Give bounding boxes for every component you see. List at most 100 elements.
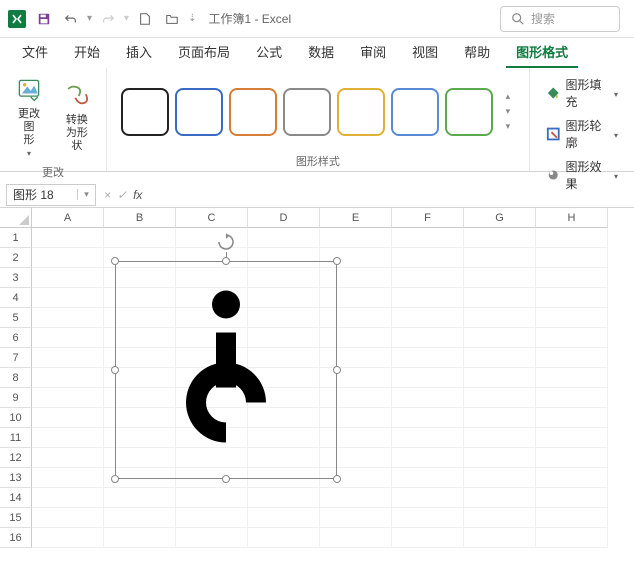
name-box[interactable]: 图形 18 ▾ <box>6 184 96 206</box>
cell[interactable] <box>176 488 248 508</box>
cell[interactable] <box>32 528 104 548</box>
cell[interactable] <box>392 488 464 508</box>
cancel-icon[interactable]: × <box>104 188 111 202</box>
cell[interactable] <box>32 308 104 328</box>
cell[interactable] <box>176 528 248 548</box>
change-shape-button[interactable]: 更改图 形 ▾ <box>8 72 50 162</box>
cell[interactable] <box>464 508 536 528</box>
cell[interactable] <box>536 408 608 428</box>
cell[interactable] <box>392 248 464 268</box>
cell[interactable] <box>32 428 104 448</box>
column-header[interactable]: G <box>464 208 536 228</box>
style-swatch-4[interactable] <box>283 88 331 136</box>
cell[interactable] <box>320 228 392 248</box>
cell[interactable] <box>464 248 536 268</box>
column-header[interactable]: A <box>32 208 104 228</box>
cell[interactable] <box>464 408 536 428</box>
cell[interactable] <box>464 428 536 448</box>
shape-effects-button[interactable]: 图形效果 ▾ <box>542 156 622 194</box>
convert-to-shape-button[interactable]: 转换 为形状 <box>56 78 98 157</box>
cell[interactable] <box>104 508 176 528</box>
cell[interactable] <box>536 388 608 408</box>
cell[interactable] <box>32 468 104 488</box>
cell[interactable] <box>32 228 104 248</box>
tab-shape-format[interactable]: 图形格式 <box>506 37 578 68</box>
question-mark-shape[interactable] <box>176 288 276 453</box>
style-swatch-5[interactable] <box>337 88 385 136</box>
cell[interactable] <box>32 388 104 408</box>
cell[interactable] <box>32 288 104 308</box>
cell[interactable] <box>536 488 608 508</box>
tab-home[interactable]: 开始 <box>64 37 110 68</box>
cell[interactable] <box>320 528 392 548</box>
confirm-icon[interactable]: ✓ <box>117 188 127 202</box>
undo-button[interactable] <box>60 8 82 30</box>
cell[interactable] <box>392 468 464 488</box>
cell[interactable] <box>464 368 536 388</box>
gallery-up[interactable]: ▴ <box>501 91 515 103</box>
select-all-corner[interactable] <box>0 208 32 228</box>
redo-button[interactable] <box>97 8 119 30</box>
row-header[interactable]: 15 <box>0 508 32 528</box>
cell[interactable] <box>536 348 608 368</box>
name-box-dropdown[interactable]: ▾ <box>77 189 95 200</box>
column-header[interactable]: C <box>176 208 248 228</box>
column-header[interactable]: B <box>104 208 176 228</box>
tab-insert[interactable]: 插入 <box>116 37 162 68</box>
cell[interactable] <box>536 328 608 348</box>
cell[interactable] <box>536 468 608 488</box>
column-header[interactable]: E <box>320 208 392 228</box>
cell[interactable] <box>464 528 536 548</box>
cell[interactable] <box>176 508 248 528</box>
cell[interactable] <box>464 348 536 368</box>
cell[interactable] <box>536 428 608 448</box>
cell[interactable] <box>32 448 104 468</box>
style-swatch-7[interactable] <box>445 88 493 136</box>
row-header[interactable]: 3 <box>0 268 32 288</box>
row-header[interactable]: 13 <box>0 468 32 488</box>
column-header[interactable]: D <box>248 208 320 228</box>
row-header[interactable]: 10 <box>0 408 32 428</box>
style-swatch-1[interactable] <box>121 88 169 136</box>
column-header[interactable]: H <box>536 208 608 228</box>
style-swatch-3[interactable] <box>229 88 277 136</box>
cell[interactable] <box>392 268 464 288</box>
tab-file[interactable]: 文件 <box>12 37 58 68</box>
tab-formulas[interactable]: 公式 <box>246 37 292 68</box>
save-button[interactable] <box>33 8 55 30</box>
resize-handle-e[interactable] <box>333 366 341 374</box>
cell[interactable] <box>392 308 464 328</box>
cell[interactable] <box>464 468 536 488</box>
cell[interactable] <box>536 248 608 268</box>
cell[interactable] <box>536 448 608 468</box>
cell[interactable] <box>392 348 464 368</box>
cell[interactable] <box>320 488 392 508</box>
tab-help[interactable]: 帮助 <box>454 37 500 68</box>
cell[interactable] <box>536 228 608 248</box>
cell[interactable] <box>32 408 104 428</box>
row-header[interactable]: 6 <box>0 328 32 348</box>
tab-data[interactable]: 数据 <box>298 37 344 68</box>
cell[interactable] <box>392 408 464 428</box>
gallery-expand[interactable]: ▾ <box>501 121 515 133</box>
cell[interactable] <box>392 328 464 348</box>
search-box[interactable]: 搜索 <box>500 6 620 32</box>
rotate-handle[interactable] <box>216 232 236 252</box>
row-header[interactable]: 2 <box>0 248 32 268</box>
tab-view[interactable]: 视图 <box>402 37 448 68</box>
resize-handle-ne[interactable] <box>333 257 341 265</box>
cell[interactable] <box>104 228 176 248</box>
style-swatch-2[interactable] <box>175 88 223 136</box>
tab-review[interactable]: 审阅 <box>350 37 396 68</box>
new-file-button[interactable] <box>134 8 156 30</box>
cell[interactable] <box>536 508 608 528</box>
cell[interactable] <box>392 228 464 248</box>
redo-dropdown[interactable]: ▾ <box>124 13 129 24</box>
cell[interactable] <box>32 248 104 268</box>
cell[interactable] <box>464 448 536 468</box>
cell[interactable] <box>32 368 104 388</box>
cell[interactable] <box>392 508 464 528</box>
undo-dropdown[interactable]: ▾ <box>87 13 92 24</box>
cell[interactable] <box>536 308 608 328</box>
cell[interactable] <box>536 288 608 308</box>
